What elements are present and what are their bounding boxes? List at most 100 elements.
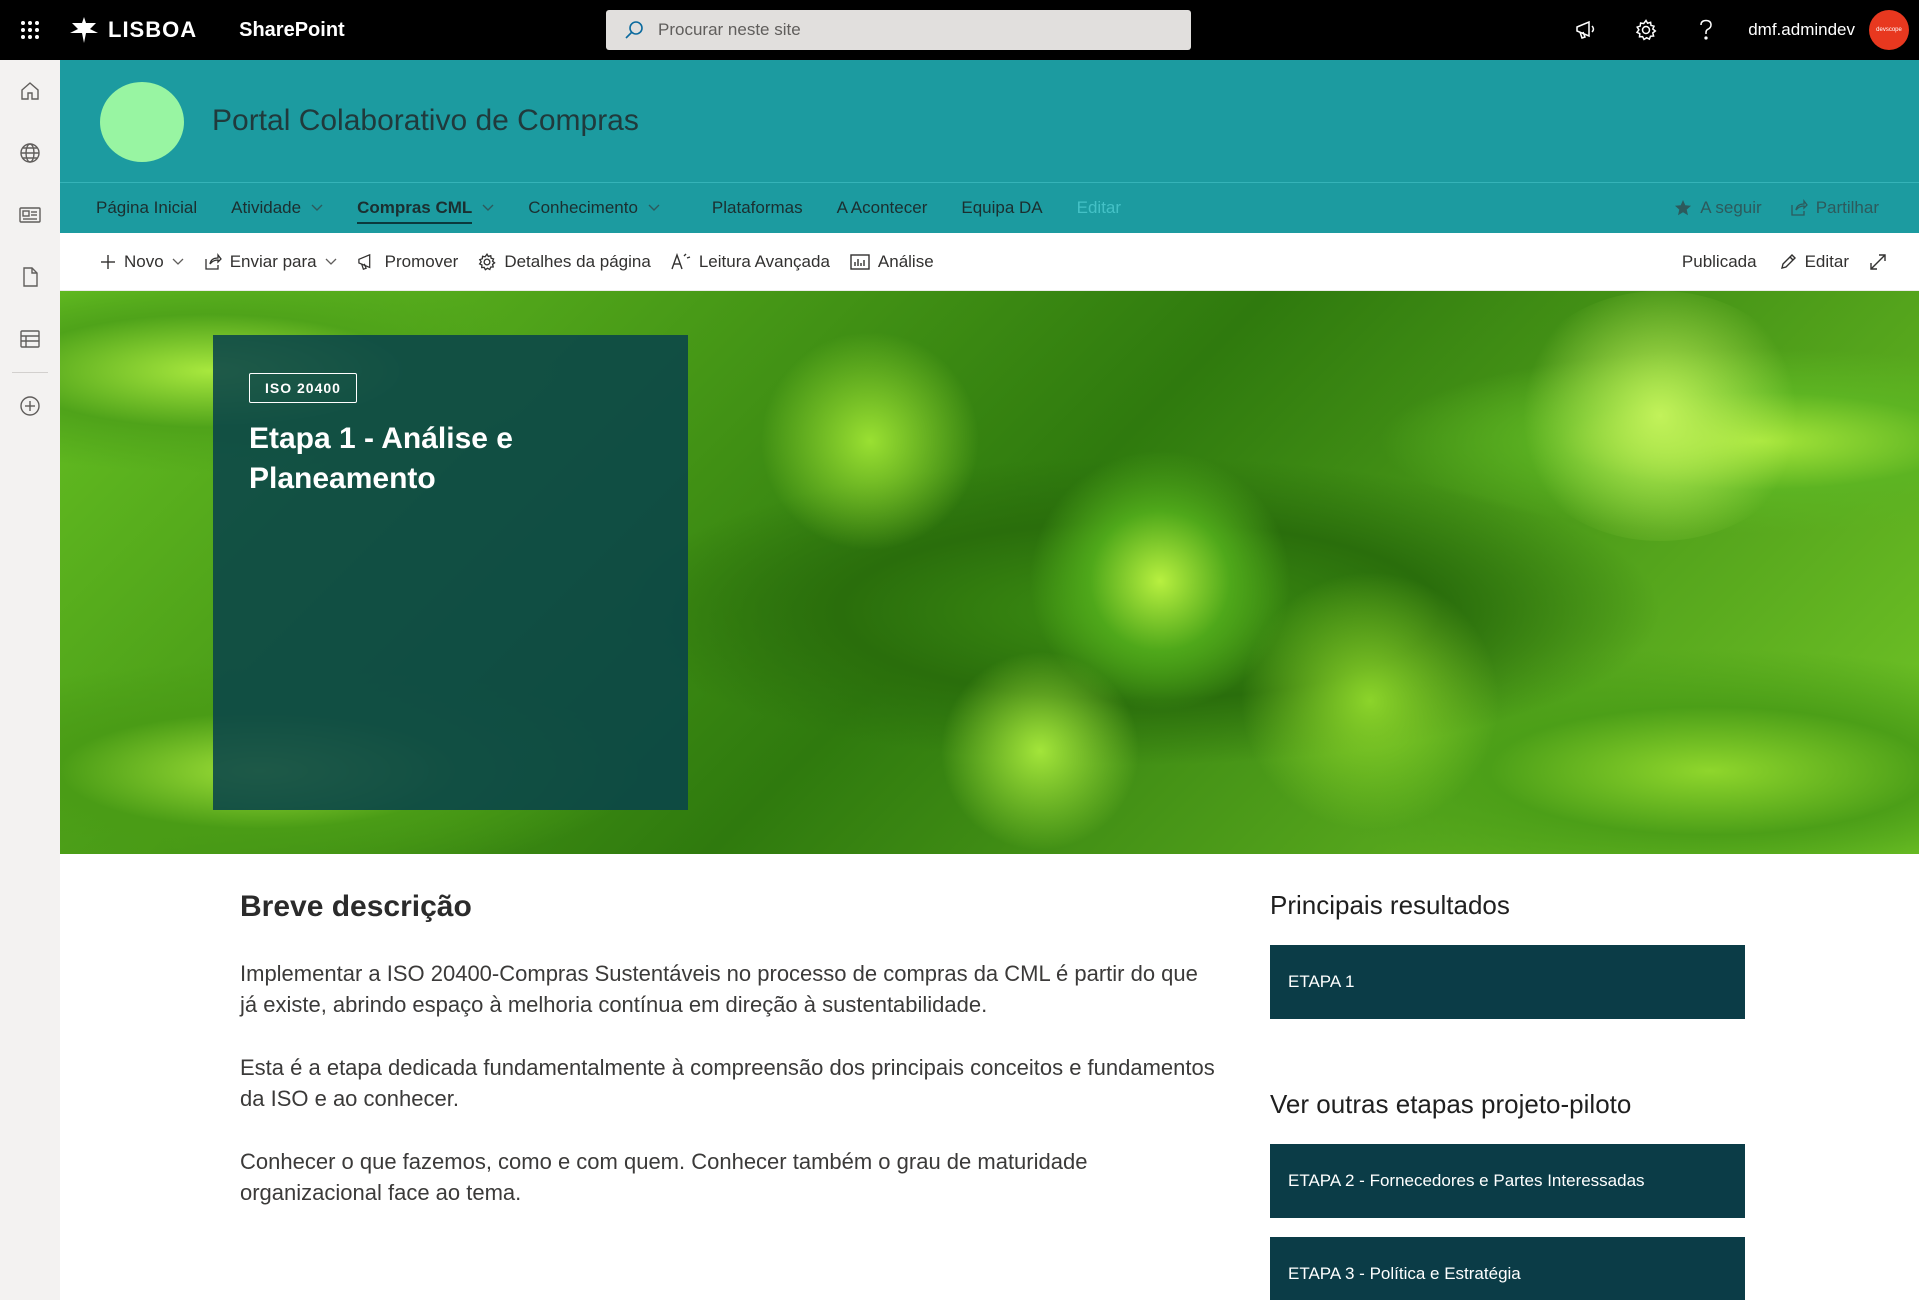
- edit-label: Editar: [1804, 252, 1849, 271]
- promote-button[interactable]: Promover: [347, 233, 469, 291]
- share-label: Partilhar: [1815, 198, 1879, 217]
- document-icon[interactable]: [0, 246, 60, 308]
- user-avatar[interactable]: devscope: [1869, 10, 1909, 50]
- other-stages-heading: Ver outras etapas projeto-piloto: [1270, 1089, 1632, 1119]
- nav-label: Editar: [1076, 198, 1122, 217]
- send-label: Enviar para: [229, 251, 317, 271]
- nav-equipa-da[interactable]: Equipa DA: [944, 183, 1059, 233]
- chart-icon: [850, 253, 870, 270]
- chevron-down-icon: [172, 258, 184, 265]
- star-icon: [1675, 200, 1692, 216]
- page-details-label: Detalhes da página: [504, 251, 651, 271]
- promote-label: Promover: [384, 251, 459, 271]
- nav-label: Atividade: [231, 198, 302, 217]
- new-button[interactable]: Novo: [90, 233, 194, 291]
- nav-label: Conhecimento: [528, 198, 638, 217]
- share-icon: [1791, 199, 1808, 216]
- description-section: Breve descrição Implementar a ISO 20400-…: [240, 890, 1215, 1208]
- chevron-down-icon: [325, 258, 337, 265]
- help-question-icon[interactable]: [1676, 0, 1736, 60]
- nav-compras-cml[interactable]: Compras CML: [340, 183, 511, 233]
- search-box[interactable]: [606, 10, 1191, 50]
- send-to-button[interactable]: Enviar para: [194, 233, 347, 291]
- search-icon: [625, 21, 643, 39]
- nav-edit-link[interactable]: Editar: [1060, 183, 1138, 233]
- description-heading: Breve descrição: [240, 890, 472, 923]
- search-input[interactable]: [658, 20, 1138, 40]
- list-icon[interactable]: [0, 308, 60, 370]
- site-title[interactable]: Portal Colaborativo de Compras: [212, 104, 639, 138]
- command-bar: Novo Enviar para Promover Detalhes da pá…: [60, 233, 1919, 291]
- immersive-reader-button[interactable]: Leitura Avançada: [661, 233, 840, 291]
- hero-banner: ISO 20400 Etapa 1 - Análise e Planeament…: [60, 291, 1919, 854]
- brand-name: LISBOA: [108, 17, 198, 42]
- feedback-megaphone-icon[interactable]: [1556, 0, 1616, 60]
- command-bar-right: Publicada Editar: [1682, 233, 1897, 291]
- analytics-button[interactable]: Análise: [840, 233, 944, 291]
- suite-bar: LISBOA SharePoint dmf.admindev devscope: [0, 0, 1919, 60]
- nav-a-acontecer[interactable]: A Acontecer: [820, 183, 945, 233]
- news-icon[interactable]: [0, 184, 60, 246]
- nav-pagina-inicial[interactable]: Página Inicial: [79, 183, 214, 233]
- nav-plataformas[interactable]: Plataformas: [695, 183, 820, 233]
- new-label: Novo: [124, 251, 164, 271]
- analytics-label: Análise: [877, 251, 934, 271]
- edit-button[interactable]: Editar: [1769, 233, 1859, 291]
- description-paragraph: Esta é a etapa dedicada fundamentalmente…: [240, 1055, 1215, 1111]
- results-section: Principais resultados ETAPA 1 Ver outras…: [1270, 890, 1745, 1300]
- page-details-button[interactable]: Detalhes da página: [468, 233, 661, 291]
- site-header: Portal Colaborativo de Compras: [60, 60, 1919, 183]
- nav-label: Equipa DA: [961, 198, 1043, 217]
- hero-image-detail: [940, 651, 1140, 851]
- chevron-down-icon: [648, 204, 660, 211]
- globe-sites-icon[interactable]: [0, 122, 60, 184]
- nav-conhecimento[interactable]: Conhecimento: [511, 183, 677, 233]
- publish-status: Publicada: [1681, 252, 1757, 271]
- hero-image-detail: [1240, 571, 1500, 831]
- immersive-reader-icon: [671, 252, 691, 269]
- app-launcher-icon[interactable]: [0, 0, 60, 60]
- nav-label: Plataformas: [711, 198, 803, 217]
- follow-label: A seguir: [1700, 198, 1762, 217]
- share-button[interactable]: Partilhar: [1790, 198, 1879, 218]
- immersive-label: Leitura Avançada: [698, 251, 830, 271]
- avatar-text: devscope: [1876, 27, 1902, 33]
- hero-topic-tag[interactable]: ISO 20400: [249, 373, 357, 403]
- description-paragraph: Implementar a ISO 20400-Compras Sustentá…: [240, 961, 1198, 1017]
- app-bar: [0, 60, 60, 1300]
- nav-actions: A seguir Partilhar: [1674, 183, 1879, 233]
- megaphone-icon: [357, 253, 370, 270]
- site-navigation: Página Inicial Atividade Compras CML Con…: [60, 183, 1919, 233]
- user-name[interactable]: dmf.admindev: [1748, 20, 1855, 40]
- chevron-down-icon: [311, 204, 323, 211]
- nav-atividade[interactable]: Atividade: [214, 183, 340, 233]
- etapa-1-button[interactable]: ETAPA 1: [1270, 945, 1745, 1019]
- plus-icon: [101, 254, 115, 269]
- nav-label: Compras CML: [357, 192, 473, 224]
- expand-icon: [1870, 254, 1886, 270]
- hero-title: Etapa 1 - Análise e Planeamento: [249, 422, 513, 495]
- expand-button[interactable]: [1859, 233, 1897, 291]
- site-logo[interactable]: [100, 82, 184, 162]
- brand-logo[interactable]: LISBOA: [68, 15, 197, 45]
- send-icon: [205, 252, 222, 270]
- hero-image-detail: [1510, 291, 1810, 541]
- pencil-icon: [1780, 254, 1796, 269]
- hero-image-detail: [760, 331, 980, 551]
- results-heading: Principais resultados: [1270, 890, 1510, 920]
- hero-title-card: ISO 20400 Etapa 1 - Análise e Planeament…: [213, 335, 688, 810]
- etapa-2-button[interactable]: ETAPA 2 - Fornecedores e Partes Interess…: [1270, 1144, 1745, 1218]
- follow-button[interactable]: A seguir: [1674, 198, 1762, 218]
- description-paragraph: Conhecer o que fazemos, como e com quem.…: [240, 1149, 1088, 1205]
- etapa-3-button[interactable]: ETAPA 3 - Política e Estratégia: [1270, 1237, 1745, 1300]
- nav-label: Página Inicial: [96, 198, 198, 217]
- lisboa-ship-icon: [70, 17, 98, 43]
- settings-gear-icon[interactable]: [1616, 0, 1676, 60]
- nav-label: A Acontecer: [836, 198, 928, 217]
- chevron-down-icon: [482, 204, 494, 211]
- home-icon[interactable]: [0, 60, 60, 122]
- gear-icon: [478, 252, 496, 271]
- app-name[interactable]: SharePoint: [239, 19, 345, 42]
- create-add-icon[interactable]: [0, 375, 60, 437]
- suite-right: dmf.admindev devscope: [1556, 0, 1919, 60]
